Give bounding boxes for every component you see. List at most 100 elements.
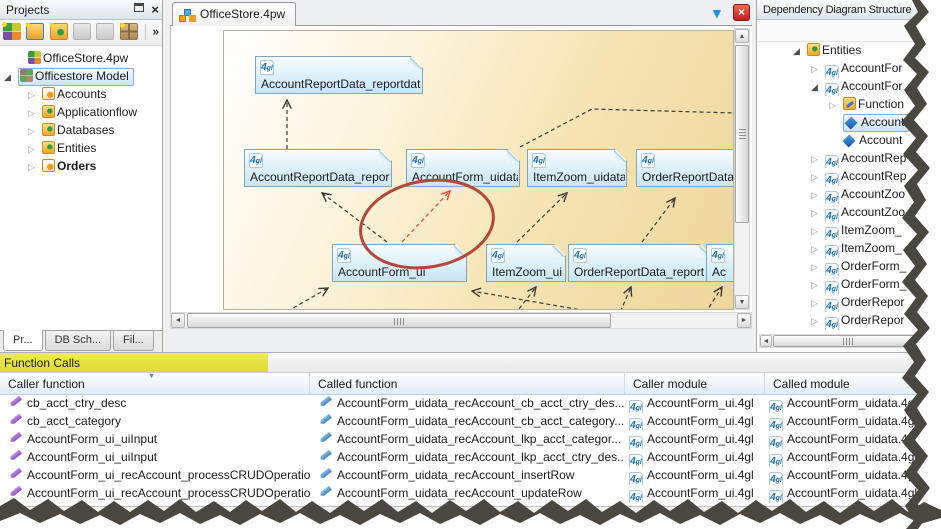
dock-tab-dbsch[interactable]: DB Sch... [44,331,112,351]
diagram-node[interactable]: 4gl AccountForm_uidata [406,149,520,187]
expand-icon[interactable]: ▷ [811,313,825,330]
tree-item-label: Databases [57,123,115,137]
diagram-node[interactable]: 4gl AccountReportData_reportdata [255,56,423,94]
called-function-cell: AccountForm_uidata_recAccount_lkp_acct_c… [310,431,625,449]
called-function: AccountForm_uidata_recAccount_cb_acct_ct… [337,396,625,410]
expand-icon[interactable]: ▷ [28,105,42,122]
toolbar-overflow-icon[interactable]: » [152,25,159,39]
expand-icon[interactable]: ▷ [811,277,825,294]
tree-item[interactable]: ▷ Entities [0,140,162,158]
caller-module-cell: 4gl AccountForm_ui.4gl [625,449,765,467]
expand-icon[interactable]: ▷ [811,169,825,186]
tree-item[interactable]: ▷ Databases [0,122,162,140]
expand-icon[interactable]: ▷ [811,259,825,276]
collapse-icon[interactable]: ◢ [811,79,825,96]
tree-item[interactable]: ▷ Function [757,96,941,114]
expand-icon[interactable]: ▷ [811,187,825,204]
diagram-node-label: AccountReportData_reportdata [261,77,421,91]
tree-item[interactable]: ▷ 4gl AccountRep [757,150,941,168]
table-row[interactable]: AccountForm_ui_recAccount_processCRUDOpe… [0,467,941,485]
tree-item[interactable]: Account [757,114,941,132]
close-icon[interactable]: × [151,2,159,17]
new-library-icon[interactable] [25,22,45,40]
expand-icon[interactable]: ▷ [811,151,825,168]
filter-icon[interactable]: ▼ [710,5,724,21]
canvas-horizontal-scrollbar[interactable]: ◄ ► [170,312,752,329]
tree-item[interactable]: ▷ 4gl AccountRep [757,168,941,186]
tree-item[interactable]: ◢ 4gl AccountFor [757,78,941,96]
tree-item[interactable]: Account [757,132,941,150]
table-row[interactable]: AccountForm_ui_recAccount_processCRUDOpe… [0,485,941,503]
dock-tab-pr[interactable]: Pr... [3,330,43,351]
called-module: AccountForm_uidata.4gl [787,468,918,482]
table-row[interactable]: cb_acct_category AccountForm_uidata_recAc… [0,413,941,431]
tree-item[interactable]: ◢ Entities [757,42,941,60]
scroll-thumb[interactable] [187,313,611,328]
tree-item[interactable]: ◢ Officestore Model [0,68,162,86]
scroll-left-icon[interactable]: ◄ [171,313,185,328]
tree-item[interactable]: ▷ 4gl OrderForm_ [757,258,941,276]
structure-horizontal-scrollbar[interactable]: ◄ [759,334,939,348]
open-folder-icon[interactable] [73,23,92,40]
expand-icon[interactable]: ▷ [28,159,42,176]
expand-icon[interactable]: ▷ [811,241,825,258]
column-header-caller-function[interactable]: Caller function [0,373,310,394]
tree-item[interactable]: ▷ Accounts [0,86,162,104]
expand-icon[interactable]: ▷ [811,205,825,222]
tab-officestore-diagram[interactable]: OfficeStore.4pw [172,2,297,26]
tree-item[interactable]: ▷ 4gl AccountZoo [757,186,941,204]
diamond-icon [844,116,858,130]
diagram-node[interactable]: 4gl ItemZoom_ui [486,244,566,282]
expand-icon[interactable]: ▷ [829,97,843,114]
collapse-icon[interactable]: ◢ [4,69,18,86]
expand-icon[interactable]: ▷ [811,223,825,240]
column-header-called-module[interactable]: Called module [765,373,935,394]
diagram-node[interactable]: 4gl ItemZoom_uidata [527,149,627,187]
canvas-vertical-scrollbar[interactable]: ▲ ▼ [734,28,750,310]
diagram-node[interactable]: 4gl Ac [706,244,734,282]
package-icon[interactable] [118,22,138,40]
expand-icon[interactable]: ▷ [28,141,42,158]
open-folder-icon[interactable] [96,23,115,40]
close-diagram-button[interactable]: × [733,4,750,21]
tree-item[interactable]: ▷ 4gl AccountZoo [757,204,941,222]
caller-function-cell: AccountForm_ui_uiInput [0,431,310,449]
new-module-icon[interactable] [48,22,68,40]
scroll-right-icon[interactable]: ► [737,313,751,328]
diagram-node[interactable]: 4gl OrderReportData_report [568,244,712,282]
tree-item[interactable]: ▷ Applicationflow [0,104,162,122]
diagram-node[interactable]: 4gl AccountForm_ui [332,244,467,282]
tree-item[interactable]: ▷ Orders [0,158,162,176]
scroll-left-icon[interactable]: ◄ [760,335,772,347]
expand-icon[interactable]: ▷ [811,295,825,312]
diagram-node[interactable]: 4gl AccountReportData_report [244,149,392,187]
tree-item[interactable]: ▷ 4gl OrderForm_ [757,276,941,294]
tree-item[interactable]: ▷ 4gl ItemZoom_ [757,240,941,258]
tree-item[interactable]: ▷ 4gl OrderRepor [757,312,941,330]
expand-icon[interactable]: ▷ [28,123,42,140]
column-header-called-function[interactable]: Called function [310,373,625,394]
tree-item[interactable]: OfficeStore.4pw [0,50,162,68]
tree-item[interactable]: ▷ 4gl OrderRepor [757,294,941,312]
table-row[interactable]: cb_acct_ctry_desc AccountForm_uidata_recA… [0,395,941,413]
scroll-up-icon[interactable]: ▲ [735,29,749,43]
scroll-thumb[interactable] [735,45,749,223]
diagram-node[interactable]: 4gl OrderReportData_ [636,149,734,187]
4gl-file-icon: 4gl [825,173,839,186]
scroll-thumb[interactable] [773,335,923,347]
expand-icon[interactable]: ▷ [28,87,42,104]
4gl-file-icon: 4gl [642,155,654,166]
expand-icon[interactable]: ▷ [811,61,825,78]
dock-tab-fil[interactable]: Fil... [113,331,154,351]
column-header-caller-module[interactable]: Caller module [625,373,765,394]
tree-item[interactable]: ▷ 4gl ItemZoom_ [757,222,941,240]
scroll-down-icon[interactable]: ▼ [735,295,749,309]
table-row[interactable]: AccountForm_ui_uiInput AccountForm_uidata… [0,431,941,449]
collapse-icon[interactable]: ◢ [793,43,807,60]
table-row[interactable]: AccountForm_ui_uiInput AccountForm_uidata… [0,449,941,467]
tree-item[interactable]: ▷ 4gl AccountFor [757,60,941,78]
undock-icon[interactable] [134,3,145,12]
new-project-icon[interactable] [1,21,21,40]
pencil-blue-icon [318,467,335,479]
folder-doc-icon [42,159,55,172]
